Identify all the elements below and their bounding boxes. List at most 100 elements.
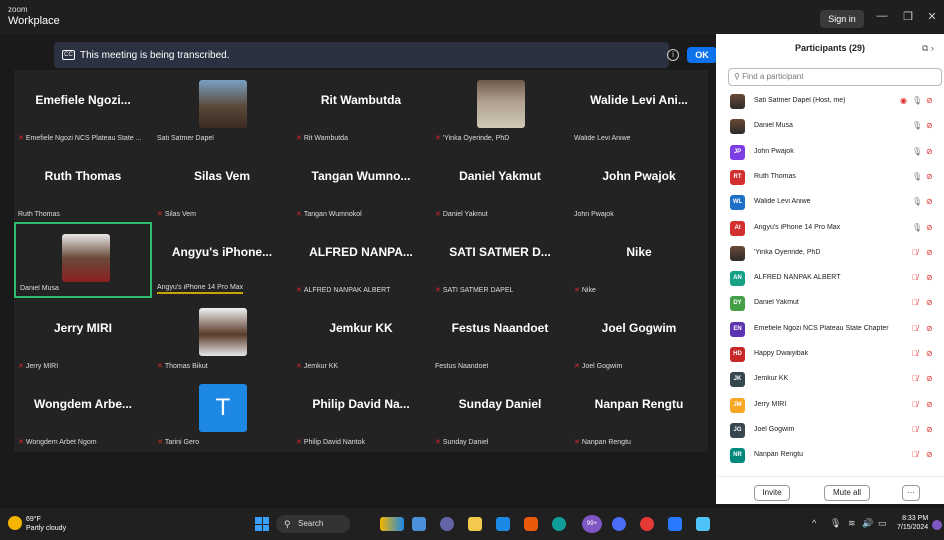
video-off-icon[interactable]: ⊘ bbox=[926, 425, 933, 434]
participant-row[interactable]: AI Angyu's iPhone 14 Pro Max 🎙 ⊘ bbox=[730, 219, 940, 237]
video-tile[interactable]: Philip David Na... ✕ Philip David Nantok bbox=[292, 374, 430, 450]
participant-row[interactable]: JP John Pwajok 🎙 ⊘ bbox=[730, 143, 940, 161]
participant-row[interactable]: NR Nanpan Rengtu 🎙̸ ⊘ bbox=[730, 446, 940, 464]
clock[interactable]: 8:33 PM 7/15/2024 bbox=[897, 514, 928, 532]
video-tile[interactable]: Sunday Daniel ✕ Sunday Daniel bbox=[431, 374, 569, 450]
video-off-icon[interactable]: ⊘ bbox=[926, 349, 933, 358]
muted-mic-icon[interactable]: 🎙̸ bbox=[912, 324, 918, 333]
store-icon[interactable] bbox=[496, 517, 510, 531]
video-tile[interactable]: Tangan Wumno... ✕ Tangan Wumnokol bbox=[292, 146, 430, 222]
restore-icon[interactable]: ❐ bbox=[900, 10, 916, 23]
info-icon[interactable]: i bbox=[667, 49, 679, 61]
brave-browser-icon[interactable] bbox=[524, 517, 538, 531]
participant-row[interactable]: AN ALFRED NANPAK ALBERT 🎙̸ ⊘ bbox=[730, 269, 940, 287]
video-off-icon[interactable]: ⊘ bbox=[926, 273, 933, 282]
participant-row[interactable]: JM Jerry MIRI 🎙̸ ⊘ bbox=[730, 396, 940, 414]
tray-expand-icon[interactable]: ^ bbox=[812, 518, 816, 528]
muted-mic-icon[interactable]: 🎙̸ bbox=[912, 400, 918, 409]
video-tile[interactable]: Angyu's iPhone... Angyu's iPhone 14 Pro M… bbox=[153, 222, 291, 298]
muted-mic-icon[interactable]: 🎙̸ bbox=[912, 450, 918, 459]
windows-start-icon[interactable] bbox=[255, 517, 269, 531]
video-tile[interactable]: Nike ✕ Nike bbox=[570, 222, 708, 298]
muted-mic-icon[interactable]: 🎙̸ bbox=[912, 374, 918, 383]
mute-all-button[interactable]: Mute all bbox=[824, 485, 870, 501]
video-off-icon[interactable]: ⊘ bbox=[926, 400, 933, 409]
task-view-icon[interactable] bbox=[412, 517, 426, 531]
wifi-icon[interactable]: ≋ bbox=[848, 518, 856, 529]
participant-row[interactable]: Daniel Musa 🎙 ⊘ bbox=[730, 117, 940, 135]
video-tile[interactable]: Rit Wambutda ✕ Rit Wambutda bbox=[292, 70, 430, 146]
video-tile[interactable]: Ruth Thomas Ruth Thomas bbox=[14, 146, 152, 222]
mic-icon[interactable]: 🎙 bbox=[912, 96, 922, 105]
video-tile[interactable]: Walide Levi Ani... Walide Levi Aniwe bbox=[570, 70, 708, 146]
muted-mic-icon[interactable]: 🎙̸ bbox=[912, 425, 918, 434]
video-off-icon[interactable]: ⊘ bbox=[926, 147, 933, 156]
mic-icon[interactable]: 🎙 bbox=[912, 147, 922, 156]
invite-button[interactable]: Invite bbox=[754, 485, 790, 501]
notification-app-icon[interactable]: 99+ bbox=[582, 515, 602, 533]
muted-mic-icon[interactable]: 🎙̸ bbox=[912, 273, 918, 282]
video-tile[interactable]: Daniel Musa bbox=[14, 222, 152, 298]
participant-row[interactable]: EN Emefiele Ngozi NCS Plateau State Chapt… bbox=[730, 320, 940, 338]
video-off-icon[interactable]: ⊘ bbox=[926, 223, 933, 232]
video-tile[interactable]: Nanpan Rengtu ✕ Nanpan Rengtu bbox=[570, 374, 708, 450]
more-options-button[interactable]: ··· bbox=[902, 485, 920, 501]
video-off-icon[interactable]: ⊘ bbox=[926, 374, 933, 383]
zoom-taskbar-icon[interactable] bbox=[668, 517, 682, 531]
video-off-icon[interactable]: ⊘ bbox=[926, 172, 933, 181]
popout-icon[interactable]: ⧉ › bbox=[922, 43, 934, 54]
mic-icon[interactable]: 🎙 bbox=[912, 172, 922, 181]
muted-mic-icon[interactable]: 🎙̸ bbox=[912, 248, 918, 257]
notification-badge[interactable] bbox=[932, 520, 942, 530]
edge-icon[interactable] bbox=[552, 517, 566, 531]
media-icon[interactable] bbox=[640, 517, 654, 531]
video-tile[interactable]: Festus Naandoet Festus Naandoet bbox=[431, 298, 569, 374]
participant-row[interactable]: JG Joel Gogwim 🎙̸ ⊘ bbox=[730, 421, 940, 439]
file-explorer-icon[interactable] bbox=[468, 517, 482, 531]
participant-row[interactable]: DY Daniel Yakmut 🎙̸ ⊘ bbox=[730, 294, 940, 312]
battery-icon[interactable]: ▭ bbox=[878, 518, 887, 529]
video-tile[interactable]: Wongdem Arbe... ✕ Wongdem Arbet Ngom bbox=[14, 374, 152, 450]
mic-icon[interactable]: 🎙 bbox=[912, 223, 922, 232]
participant-row[interactable]: HD Happy Dwaiyibak 🎙̸ ⊘ bbox=[730, 345, 940, 363]
video-off-icon[interactable]: ⊘ bbox=[926, 248, 933, 257]
widget-icon[interactable] bbox=[380, 517, 404, 531]
chat-icon[interactable] bbox=[440, 517, 454, 531]
video-tile[interactable]: Jemkur KK ✕ Jemkur KK bbox=[292, 298, 430, 374]
notes-icon[interactable] bbox=[696, 517, 710, 531]
video-tile[interactable]: T ✕ Tarini Gero bbox=[153, 374, 291, 450]
taskbar-search[interactable]: ⚲ Search bbox=[276, 515, 350, 533]
mic-icon[interactable]: 🎙 bbox=[912, 121, 922, 130]
volume-icon[interactable]: 🔊 bbox=[862, 518, 873, 529]
video-tile[interactable]: Joel Gogwim ✕ Joel Gogwim bbox=[570, 298, 708, 374]
muted-mic-icon[interactable]: 🎙̸ bbox=[912, 349, 918, 358]
video-tile[interactable]: Silas Vem ✕ Silas Vem bbox=[153, 146, 291, 222]
video-tile[interactable]: Emefiele Ngozi... ✕ Emefiele Ngozi NCS Pla… bbox=[14, 70, 152, 146]
close-icon[interactable]: ✕ bbox=[924, 10, 940, 23]
sign-in-button[interactable]: Sign in bbox=[820, 10, 864, 28]
muted-mic-icon[interactable]: 🎙̸ bbox=[912, 298, 918, 307]
video-off-icon[interactable]: ⊘ bbox=[926, 96, 933, 105]
video-tile[interactable]: ALFRED NANPA... ✕ ALFRED NANPAK ALBERT bbox=[292, 222, 430, 298]
video-tile[interactable]: ✕ 'Yinka Oyerinde, PhD bbox=[431, 70, 569, 146]
video-tile[interactable]: Daniel Yakmut ✕ Daniel Yakmut bbox=[431, 146, 569, 222]
video-tile[interactable]: Jerry MIRI ✕ Jerry MIRI bbox=[14, 298, 152, 374]
participant-search-input[interactable]: ⚲ Find a participant bbox=[728, 68, 942, 86]
video-off-icon[interactable]: ⊘ bbox=[926, 121, 933, 130]
minimize-icon[interactable]: — bbox=[874, 10, 890, 22]
participant-row[interactable]: Sati Satmer Dapel (Host, me) ◉ 🎙 ⊘ bbox=[730, 92, 940, 110]
video-tile[interactable]: ✕ Thomas Bikut bbox=[153, 298, 291, 374]
ok-button[interactable]: OK bbox=[687, 47, 717, 63]
video-off-icon[interactable]: ⊘ bbox=[926, 197, 933, 206]
video-off-icon[interactable]: ⊘ bbox=[926, 324, 933, 333]
mic-icon[interactable]: 🎙 bbox=[912, 197, 922, 206]
video-tile[interactable]: Sati Satmer Dapel bbox=[153, 70, 291, 146]
mic-tray-icon[interactable]: 🎙 bbox=[830, 518, 841, 529]
teams-icon[interactable] bbox=[612, 517, 626, 531]
participant-row[interactable]: WL Walide Levi Aniwe 🎙 ⊘ bbox=[730, 193, 940, 211]
participant-row[interactable]: RT Ruth Thomas 🎙 ⊘ bbox=[730, 168, 940, 186]
participant-row[interactable]: 'Yinka Oyerinde, PhD 🎙̸ ⊘ bbox=[730, 244, 940, 262]
video-off-icon[interactable]: ⊘ bbox=[926, 298, 933, 307]
video-tile[interactable]: SATI SATMER D... ✕ SATI SATMER DAPEL bbox=[431, 222, 569, 298]
video-tile[interactable]: John Pwajok John Pwajok bbox=[570, 146, 708, 222]
